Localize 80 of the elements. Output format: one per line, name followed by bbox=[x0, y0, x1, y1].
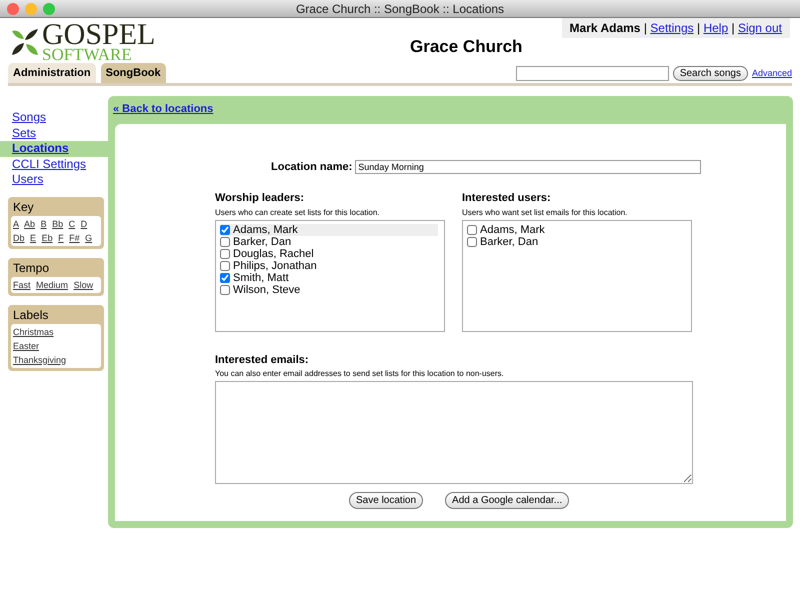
section-title: Interested users: bbox=[462, 191, 552, 206]
filter-link[interactable]: A bbox=[13, 218, 20, 228]
site-title: Grace Church bbox=[410, 36, 522, 58]
filter-link[interactable]: Bb bbox=[52, 218, 64, 228]
filter-link[interactable]: Slow bbox=[74, 280, 94, 290]
list-row[interactable]: Douglas, Rachel bbox=[220, 248, 438, 260]
filter-title: Labels bbox=[12, 306, 50, 324]
location-name-field[interactable]: Sunday Morning bbox=[355, 160, 702, 174]
separator: | bbox=[731, 21, 735, 35]
checkbox[interactable] bbox=[220, 284, 230, 294]
filter-link[interactable]: C bbox=[68, 218, 76, 228]
filter-link[interactable]: Fast bbox=[13, 280, 31, 290]
checkbox[interactable] bbox=[467, 224, 477, 234]
checkbox[interactable] bbox=[220, 224, 230, 234]
filter-link[interactable]: F# bbox=[69, 232, 80, 242]
user-name: Douglas, Rachel bbox=[233, 248, 314, 260]
user-link[interactable]: Help bbox=[703, 21, 728, 35]
user-name: Smith, Matt bbox=[233, 272, 289, 284]
field-label: Location name: bbox=[271, 160, 352, 174]
filter-title: Key bbox=[12, 198, 35, 216]
sidebar-link[interactable]: Locations bbox=[0, 141, 108, 156]
emails-field[interactable] bbox=[215, 381, 693, 484]
window-title: Grace Church :: SongBook :: Locations bbox=[296, 2, 504, 16]
user-name: Wilson, Steve bbox=[233, 284, 300, 296]
checkbox[interactable] bbox=[220, 260, 230, 270]
filter-link[interactable]: B bbox=[40, 218, 47, 228]
hint-text: Users who can create set lists for this location. bbox=[215, 206, 381, 218]
tab[interactable]: Administration bbox=[8, 62, 96, 83]
logo-text: GOSPEL bbox=[42, 22, 156, 46]
sidebar-link[interactable]: CCLI Settings bbox=[0, 156, 108, 172]
checkbox[interactable] bbox=[220, 236, 230, 246]
leaves-icon bbox=[10, 27, 40, 57]
hint-text: You can also enter email addresses to send set lists for this location to non-users. bbox=[215, 368, 505, 380]
list-row[interactable]: Wilson, Steve bbox=[220, 284, 438, 296]
filter-link[interactable]: Medium bbox=[36, 280, 68, 290]
search-button[interactable]: Search songs bbox=[672, 66, 748, 81]
back-link[interactable]: « Back to locations bbox=[113, 101, 214, 118]
filter-link[interactable]: F bbox=[58, 232, 64, 242]
filter-link[interactable]: E bbox=[30, 232, 36, 242]
checkbox[interactable] bbox=[467, 236, 477, 246]
filter-link[interactable]: Db bbox=[13, 232, 25, 242]
filter-link[interactable]: Ab bbox=[24, 218, 36, 228]
separator: | bbox=[644, 21, 647, 35]
form-button[interactable]: Add a Google calendar... bbox=[445, 492, 570, 509]
list-row[interactable]: Barker, Dan bbox=[220, 236, 438, 248]
filter-link[interactable]: D bbox=[80, 218, 88, 228]
separator: | bbox=[696, 21, 700, 35]
hint-text: Users who want set list emails for this location. bbox=[462, 206, 628, 218]
tab[interactable]: SongBook bbox=[100, 62, 166, 83]
window-button-icon[interactable] bbox=[7, 3, 19, 15]
list-row[interactable]: Barker, Dan bbox=[467, 236, 685, 248]
filter-title: Tempo bbox=[12, 260, 50, 276]
user-name: Barker, Dan bbox=[480, 236, 538, 248]
sidebar-link[interactable]: Sets bbox=[0, 126, 108, 141]
advanced-link[interactable]: Advanced bbox=[752, 66, 792, 80]
checkbox[interactable] bbox=[220, 248, 230, 258]
search-field[interactable] bbox=[516, 66, 669, 81]
filter-link[interactable]: G bbox=[85, 232, 92, 242]
user-name: Adams, Mark bbox=[480, 224, 545, 236]
list-row[interactable]: Philips, Jonathan bbox=[220, 260, 438, 272]
logo-text: SOFTWARE bbox=[42, 46, 133, 62]
filter-link[interactable]: Easter bbox=[13, 338, 96, 352]
sidebar-link[interactable]: Users bbox=[0, 172, 108, 188]
form-button[interactable]: Save location bbox=[349, 492, 424, 509]
section-title: Worship leaders: bbox=[215, 191, 306, 206]
section-title: Interested emails: bbox=[215, 352, 310, 368]
user-name: Mark Adams bbox=[570, 21, 640, 35]
user-name: Philips, Jonathan bbox=[233, 260, 317, 272]
user-link[interactable]: Sign out bbox=[738, 21, 782, 35]
sidebar-link[interactable]: Songs bbox=[0, 110, 108, 126]
filter-link[interactable]: Thanksgiving bbox=[13, 352, 96, 366]
user-name: Barker, Dan bbox=[233, 236, 292, 248]
user-link[interactable]: Settings bbox=[650, 21, 694, 35]
list-row[interactable]: Adams, Mark bbox=[220, 224, 438, 236]
checkbox[interactable] bbox=[220, 272, 230, 282]
list-row[interactable]: Smith, Matt bbox=[220, 272, 438, 284]
filter-link[interactable]: Christmas bbox=[13, 324, 96, 338]
list-row[interactable]: Adams, Mark bbox=[467, 224, 685, 236]
user-name: Adams, Mark bbox=[233, 224, 298, 236]
filter-link[interactable]: Eb bbox=[42, 232, 53, 242]
